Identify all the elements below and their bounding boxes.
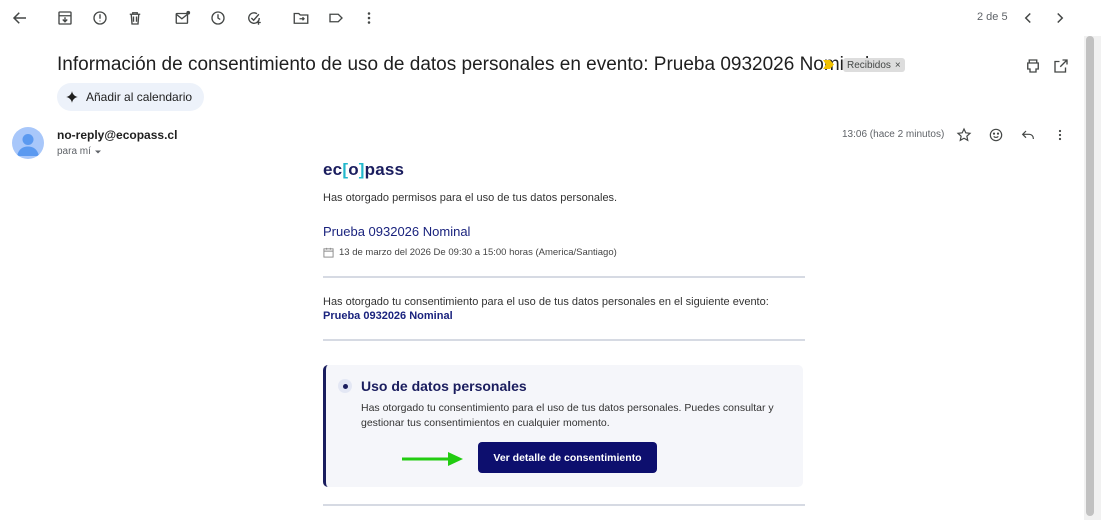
intro-text: Has otorgado permisos para el uso de tus…: [323, 192, 618, 204]
print-icon[interactable]: [1021, 54, 1045, 78]
next-icon[interactable]: [1048, 6, 1072, 30]
pager-count: 2 de 5: [977, 11, 1008, 23]
remove-label-icon[interactable]: ×: [895, 60, 901, 71]
sparkle-icon: [66, 91, 78, 103]
star-icon[interactable]: [953, 124, 975, 146]
sender-email[interactable]: no-reply@ecopass.cl: [57, 128, 177, 142]
recipient-label: para mí: [57, 146, 91, 157]
snooze-icon[interactable]: [206, 6, 230, 30]
importance-marker-icon[interactable]: [823, 60, 834, 69]
calendar-icon: [323, 247, 334, 258]
add-to-calendar-button[interactable]: Añadir al calendario: [57, 83, 205, 111]
open-in-new-window-icon[interactable]: [1049, 54, 1073, 78]
card-title: Uso de datos personales: [361, 378, 527, 394]
consent-event-name: Prueba 0932026 Nominal: [323, 310, 453, 322]
report-spam-icon[interactable]: [88, 6, 112, 30]
consent-card: Uso de datos personales Has otorgado tu …: [323, 365, 803, 487]
email-body: ec[o]pass Has otorgado permisos para el …: [323, 160, 805, 341]
scrollbar-thumb[interactable]: [1086, 36, 1094, 516]
bullet-icon: [338, 379, 352, 393]
green-arrow-icon: [402, 452, 463, 466]
recipient-details[interactable]: para mí: [57, 146, 102, 157]
message-toolbar: 2 de 5: [0, 0, 1084, 36]
previous-icon[interactable]: [1016, 6, 1040, 30]
avatar[interactable]: [12, 127, 44, 159]
reply-icon[interactable]: [1017, 124, 1039, 146]
more-vert-icon[interactable]: [1049, 124, 1071, 146]
emoji-reaction-icon[interactable]: [985, 124, 1007, 146]
divider: [323, 276, 805, 278]
delete-icon[interactable]: [123, 6, 147, 30]
divider: [323, 504, 805, 506]
ecopass-logo: ec[o]pass: [323, 160, 405, 179]
event-date-line: 13 de marzo del 2026 De 09:30 a 15:00 ho…: [323, 247, 805, 258]
label-icon[interactable]: [324, 6, 348, 30]
add-task-icon[interactable]: [242, 6, 266, 30]
more-vert-icon[interactable]: [357, 6, 381, 30]
back-arrow-icon[interactable]: [8, 6, 32, 30]
event-date: 13 de marzo del 2026 De 09:30 a 15:00 ho…: [339, 247, 617, 258]
consent-text: Has otorgado tu consentimiento para el u…: [323, 296, 769, 308]
archive-icon[interactable]: [53, 6, 77, 30]
view-consent-details-button[interactable]: Ver detalle de consentimiento: [478, 442, 657, 473]
mark-unread-icon[interactable]: [171, 6, 195, 30]
chevron-down-icon: [94, 150, 101, 153]
email-subject: Información de consentimiento de uso de …: [57, 54, 870, 75]
received-time: 13:06 (hace 2 minutos): [842, 129, 945, 140]
inbox-label-chip: Recibidos ×: [843, 58, 905, 72]
card-text: Has otorgado tu consentimiento para el u…: [361, 402, 774, 429]
move-to-icon[interactable]: [289, 6, 313, 30]
event-name: Prueba 0932026 Nominal: [323, 224, 471, 239]
label-chip-text: Recibidos: [847, 59, 891, 71]
add-to-calendar-label: Añadir al calendario: [86, 90, 193, 104]
divider: [323, 339, 805, 341]
